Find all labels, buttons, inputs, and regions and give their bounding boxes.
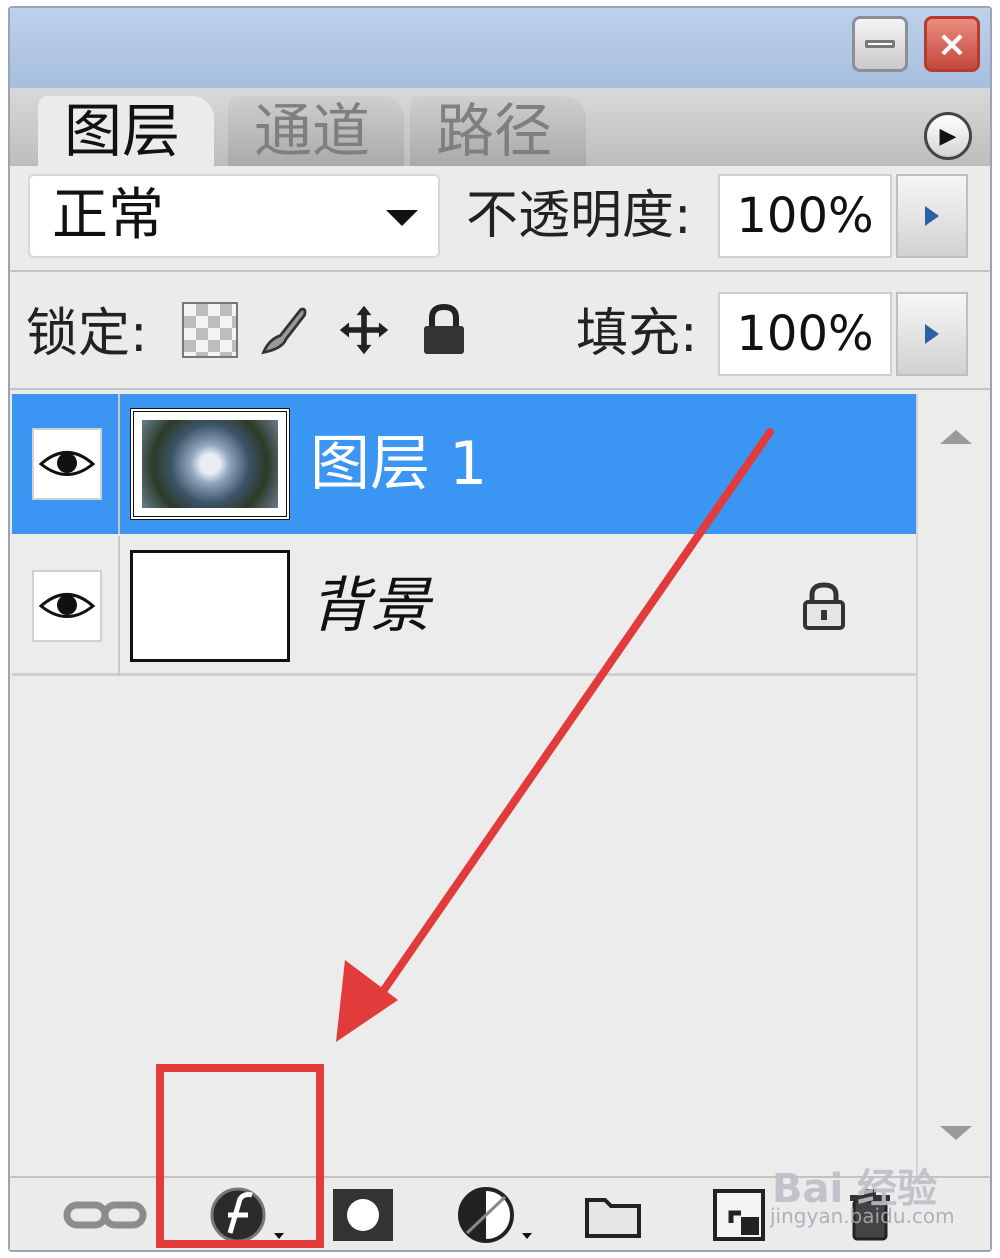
tab-channels[interactable]: 通道 bbox=[228, 96, 405, 166]
lock-image-pixels-icon[interactable] bbox=[256, 302, 312, 358]
visibility-toggle[interactable] bbox=[32, 428, 102, 500]
opacity-slider-button[interactable] bbox=[896, 174, 968, 258]
play-arrow-icon bbox=[925, 324, 939, 344]
annotation-highlight-box bbox=[156, 1064, 324, 1248]
blend-mode-value: 正常 bbox=[52, 183, 164, 248]
layer-thumbnail bbox=[130, 550, 290, 662]
divider bbox=[10, 388, 990, 390]
lock-row: 锁定: 填充: 100% bbox=[10, 284, 990, 384]
minimize-icon bbox=[865, 40, 895, 48]
panel-menu-button[interactable]: ▶ bbox=[924, 112, 972, 160]
close-button[interactable]: × bbox=[924, 16, 980, 72]
link-layers-icon bbox=[63, 1201, 147, 1229]
tab-layers[interactable]: 图层 bbox=[38, 96, 215, 166]
add-mask-icon bbox=[333, 1189, 393, 1241]
blend-mode-select[interactable]: 正常 bbox=[28, 174, 440, 258]
fill-slider-button[interactable] bbox=[896, 292, 968, 376]
divider bbox=[118, 394, 120, 534]
adjustment-layer-icon bbox=[458, 1187, 532, 1243]
tab-strip: 图层 通道 路径 ▶ bbox=[10, 88, 990, 166]
divider bbox=[10, 270, 990, 272]
layer-row-layer-1[interactable]: 图层 1 bbox=[12, 394, 916, 534]
fill-field[interactable]: 100% bbox=[718, 292, 892, 376]
lock-icon bbox=[803, 582, 845, 630]
adjustment-layer-button[interactable] bbox=[454, 1184, 546, 1246]
minimize-button[interactable] bbox=[852, 16, 908, 72]
new-group-folder-icon bbox=[585, 1198, 641, 1238]
opacity-field[interactable]: 100% bbox=[718, 174, 892, 258]
layer-row-background[interactable]: 背景 bbox=[12, 536, 916, 676]
play-arrow-icon bbox=[925, 206, 939, 226]
watermark-url-text: jingyan.baidu.com bbox=[770, 1204, 955, 1228]
scroll-down-arrow-icon[interactable] bbox=[940, 1126, 972, 1140]
layers-list: 图层 1 背景 bbox=[12, 394, 916, 1176]
layer-thumbnail-image bbox=[142, 420, 278, 508]
opacity-label: 不透明度: bbox=[466, 186, 692, 246]
visibility-toggle[interactable] bbox=[32, 570, 102, 642]
tab-paths[interactable]: 路径 bbox=[410, 96, 587, 166]
lock-all-icon[interactable] bbox=[416, 302, 472, 358]
watermark-logo: Bai 经验 jingyan.baidu.com bbox=[760, 1150, 990, 1240]
lock-label: 锁定: bbox=[26, 304, 148, 364]
layer-name[interactable]: 背景 bbox=[310, 570, 430, 642]
layers-scrollbar[interactable] bbox=[916, 394, 990, 1176]
chevron-down-icon bbox=[386, 210, 418, 226]
fill-label: 填充: bbox=[576, 304, 698, 364]
scroll-up-arrow-icon[interactable] bbox=[940, 430, 972, 444]
lock-position-icon[interactable] bbox=[336, 302, 392, 358]
play-arrow-icon: ▶ bbox=[939, 123, 957, 149]
lock-transparent-pixels-icon[interactable] bbox=[182, 302, 238, 358]
link-layers-button[interactable] bbox=[60, 1184, 150, 1246]
layer-thumbnail bbox=[130, 408, 290, 520]
eye-icon bbox=[39, 451, 95, 476]
add-mask-button[interactable] bbox=[328, 1184, 398, 1246]
eye-icon bbox=[39, 593, 95, 618]
new-group-button[interactable] bbox=[578, 1184, 648, 1246]
new-layer-icon bbox=[713, 1189, 765, 1241]
blend-row: 正常 不透明度: 100% bbox=[10, 166, 990, 266]
panel-titlebar: × bbox=[10, 8, 990, 88]
divider bbox=[118, 536, 120, 676]
layer-name[interactable]: 图层 1 bbox=[310, 428, 487, 500]
